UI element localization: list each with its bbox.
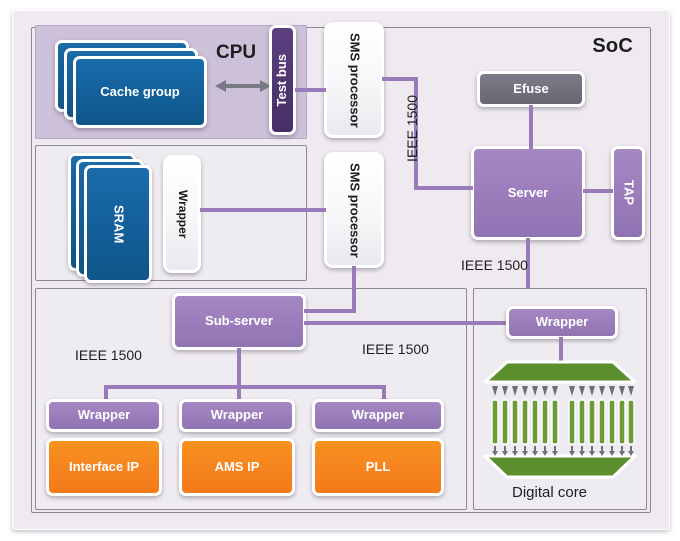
sram-label: SRAM <box>111 204 127 244</box>
tap-block[interactable]: TAP <box>611 146 645 240</box>
sms-processor-mid-label: SMS processor <box>347 162 363 258</box>
sram-block[interactable]: SRAM <box>84 165 152 283</box>
core-wrapper-block[interactable]: Wrapper <box>506 306 618 339</box>
soc-title: SoC <box>592 35 633 57</box>
server-block[interactable]: Server <box>471 146 585 240</box>
pll-block[interactable]: PLL <box>312 438 444 496</box>
wire-sms-mid-to-subserver <box>304 309 354 313</box>
pll-label: PLL <box>365 458 391 474</box>
wire-sms-top-out <box>382 77 418 81</box>
wire-trunk-to-server <box>414 186 473 190</box>
compressor-shape <box>483 454 637 479</box>
wrapper-ams-block[interactable]: Wrapper <box>179 399 295 432</box>
wire-subserver-to-core-wrapper <box>304 321 512 325</box>
cache-group-block[interactable]: Cache group <box>73 56 207 128</box>
digital-core-logic <box>483 360 637 480</box>
cpu-label: CPU <box>216 42 257 63</box>
sub-server-label: Sub-server <box>205 313 273 329</box>
wire-subserver-down <box>237 348 241 388</box>
ieee1500-subserver-right-label: IEEE 1500 <box>362 341 429 357</box>
efuse-block[interactable]: Efuse <box>477 71 585 107</box>
digital-core-label: Digital core <box>512 484 588 501</box>
sms-processor-mid-block[interactable]: SMS processor <box>324 152 384 268</box>
ieee1500-subserver-left-label: IEEE 1500 <box>75 347 142 363</box>
efuse-label: Efuse <box>513 80 549 96</box>
tap-label: TAP <box>621 180 637 206</box>
test-bus-label: Test bus <box>274 53 290 107</box>
sub-server-block[interactable]: Sub-server <box>172 293 306 350</box>
wire-efuse-to-server <box>529 105 533 149</box>
scan-chain-group-right <box>568 399 635 445</box>
server-label: Server <box>507 184 549 200</box>
sms-processor-top-label: SMS processor <box>347 32 363 128</box>
ams-ip-label: AMS IP <box>214 458 260 474</box>
scan-compression-svg <box>483 360 637 479</box>
test-bus-block[interactable]: Test bus <box>269 25 296 135</box>
wire-testbus-to-sms-top <box>295 88 326 92</box>
ieee1500-vertical-label: IEEE 1500 <box>404 95 420 162</box>
interface-ip-block[interactable]: Interface IP <box>46 438 162 496</box>
wire-sms-mid-down <box>352 266 356 313</box>
wire-sram-to-sms-mid <box>200 208 326 212</box>
wire-wrapper-distribution-bar <box>104 385 386 389</box>
wrapper-ams-label: Wrapper <box>210 407 264 423</box>
ams-ip-block[interactable]: AMS IP <box>179 438 295 496</box>
core-wrapper-label: Wrapper <box>535 314 589 330</box>
scan-chain-group-left <box>491 399 559 445</box>
interface-ip-label: Interface IP <box>68 458 140 474</box>
wrapper-interface-label: Wrapper <box>77 407 131 423</box>
wire-server-to-tap <box>583 189 613 193</box>
cpu-testbus-bidirectional-arrow <box>215 76 271 96</box>
scan-in-arrows <box>492 386 634 396</box>
sram-wrapper-block[interactable]: Wrapper <box>163 155 201 273</box>
sram-wrapper-label: Wrapper <box>175 189 190 239</box>
wrapper-pll-label: Wrapper <box>351 407 405 423</box>
sms-processor-top-block[interactable]: SMS processor <box>324 22 384 138</box>
decompressor-shape <box>483 360 637 384</box>
ieee1500-server-core-label: IEEE 1500 <box>461 257 528 273</box>
wrapper-pll-block[interactable]: Wrapper <box>312 399 444 432</box>
soc-architecture-diagram: SoC Cache group CPU Test bus SRAM Wrappe… <box>0 0 680 541</box>
wrapper-interface-block[interactable]: Wrapper <box>46 399 162 432</box>
cache-group-label: Cache group <box>100 83 180 99</box>
